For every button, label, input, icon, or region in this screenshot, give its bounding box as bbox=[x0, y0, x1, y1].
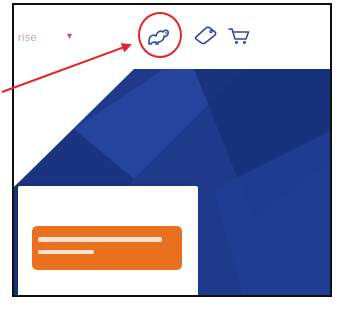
cta-button[interactable] bbox=[32, 226, 182, 270]
promo-card bbox=[18, 186, 198, 295]
tag-icon[interactable] bbox=[192, 25, 218, 45]
highlight-circle bbox=[138, 12, 182, 58]
chevron-down-icon[interactable]: ▾ bbox=[67, 31, 72, 42]
site-header: rise ▾ bbox=[14, 5, 330, 69]
cart-icon[interactable] bbox=[227, 26, 251, 46]
cta-text-line bbox=[38, 250, 94, 254]
screenshot-frame: rise ▾ bbox=[12, 3, 332, 297]
cta-text-line bbox=[38, 237, 162, 242]
nav-menu-label[interactable]: rise bbox=[18, 32, 37, 44]
